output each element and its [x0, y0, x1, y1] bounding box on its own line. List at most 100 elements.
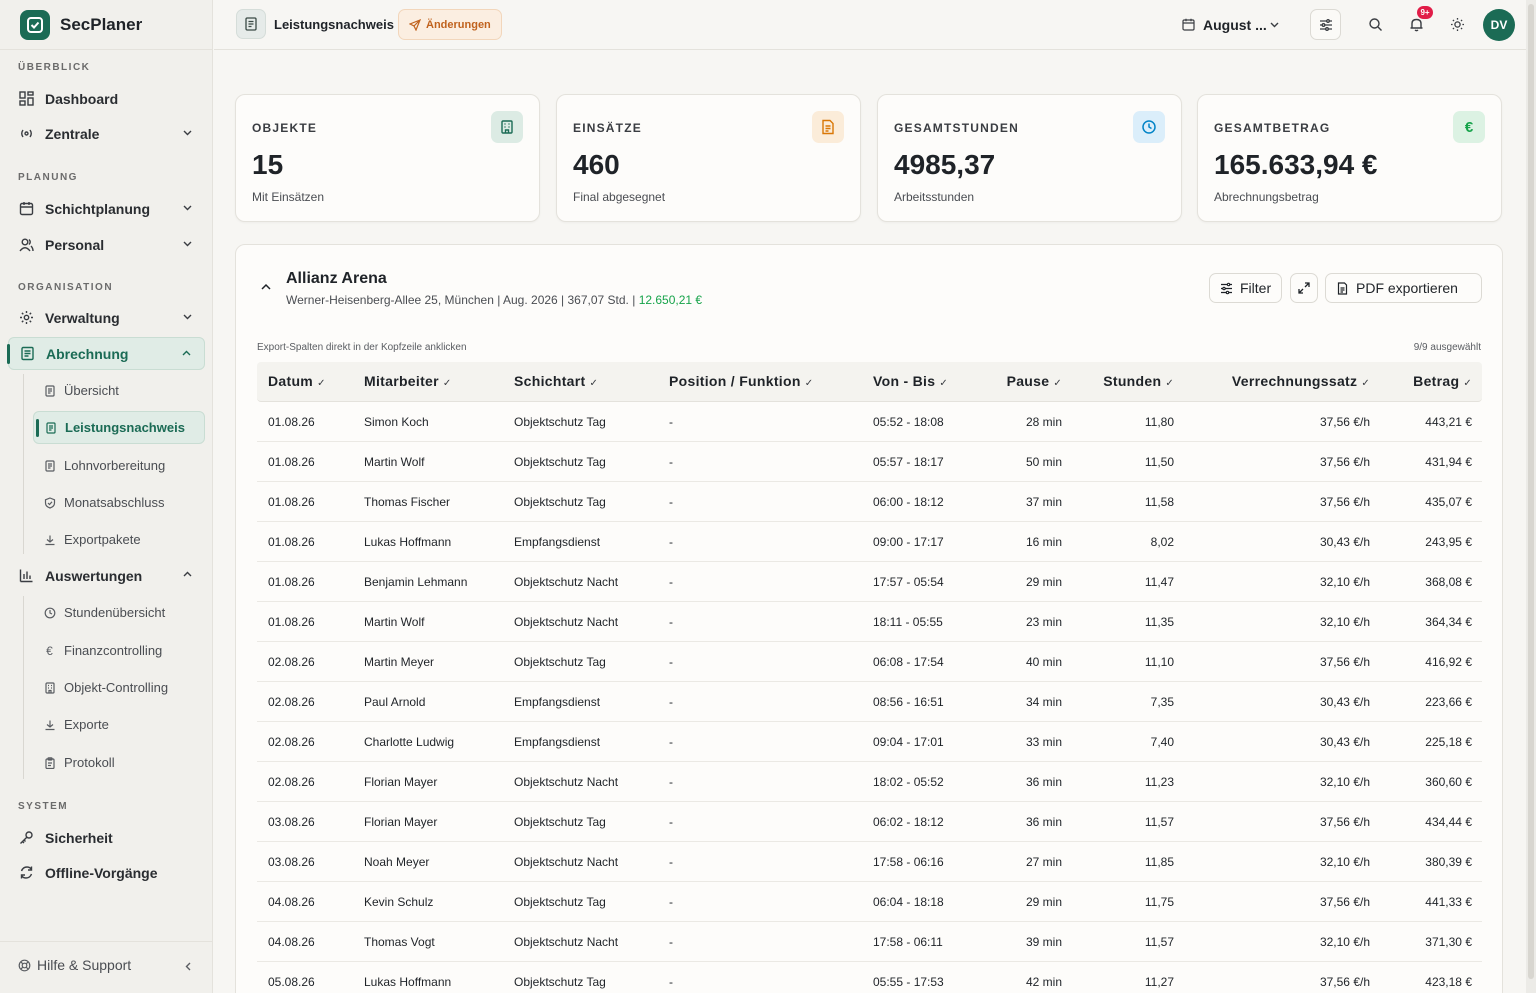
cell-von-bis: 06:04 - 18:18	[873, 895, 944, 909]
help-support-link[interactable]: Hilfe & Support	[18, 957, 131, 973]
notifications-button[interactable]: 9+	[1401, 6, 1433, 40]
cell-schichtart: Empfangsdienst	[514, 535, 601, 549]
table-row[interactable]: 01.08.26 Martin Wolf Objektschutz Nacht - 18…	[257, 602, 1482, 642]
sidebar-subitem-leistungsnachweis[interactable]: Leistungsnachweis	[33, 411, 205, 444]
cell-pause: 28 min	[1025, 415, 1062, 429]
stat-value: 460	[573, 149, 620, 180]
collapse-object-button[interactable]	[260, 281, 272, 293]
stat-card-objekte: OBJEKTE 15 Mit Einsätzen	[235, 94, 540, 222]
cell-stunden: 7,35	[1150, 695, 1174, 709]
cell-verrechnungssatz: 32,10 €/h	[1319, 615, 1370, 629]
cell-datum: 05.08.26	[268, 975, 315, 989]
chevron-down-icon: ✓	[1361, 378, 1370, 389]
column-header-von-bis[interactable]: Von - Bis ✓	[873, 373, 948, 389]
column-header-mitarbeiter[interactable]: Mitarbeiter ✓	[364, 373, 452, 389]
sidebar-subitem-finanzcontrolling[interactable]: € Finanzcontrolling	[33, 634, 205, 667]
building-icon	[43, 681, 56, 694]
sidebar-item-personal[interactable]: Personal	[8, 228, 205, 261]
cell-von-bis: 17:57 - 05:54	[873, 575, 944, 589]
theme-toggle-button[interactable]	[1442, 9, 1473, 40]
sidebar-item-auswertungen[interactable]: Auswertungen	[8, 559, 205, 592]
cell-stunden: 11,23	[1144, 775, 1174, 789]
table-row[interactable]: 01.08.26 Simon Koch Objektschutz Tag - 05:52…	[257, 402, 1482, 442]
chevron-down-icon: ✓	[589, 378, 599, 389]
cell-von-bis: 17:58 - 06:16	[873, 855, 944, 869]
sidebar-item-sicherheit[interactable]: Sicherheit	[8, 821, 205, 854]
column-header-position[interactable]: Position / Funktion ✓	[669, 373, 813, 389]
filter-button[interactable]: Filter	[1209, 273, 1283, 303]
table-row[interactable]: 02.08.26 Paul Arnold Empfangsdienst - 08:56 …	[257, 682, 1482, 722]
scrollbar-thumb[interactable]	[1528, 4, 1534, 979]
table-row[interactable]: 05.08.26 Lukas Hoffmann Objektschutz Tag - 0…	[257, 962, 1482, 993]
chevron-down-icon: ✓	[442, 378, 452, 389]
pdf-export-label: PDF exportieren	[1356, 280, 1458, 296]
sidebar-subitem-stundenuebersicht[interactable]: Stundenübersicht	[33, 596, 205, 629]
expand-button[interactable]	[1290, 273, 1318, 303]
cell-verrechnungssatz: 30,43 €/h	[1319, 695, 1370, 709]
cell-pause: 42 min	[1025, 975, 1062, 989]
search-button[interactable]	[1360, 9, 1391, 40]
table-row[interactable]: 02.08.26 Florian Mayer Objektschutz Nacht -…	[257, 762, 1482, 802]
cell-position: -	[669, 815, 673, 829]
sidebar-item-offline-vorgaenge[interactable]: Offline-Vorgänge	[8, 856, 205, 889]
sidebar-item-abrechnung[interactable]: Abrechnung	[7, 337, 205, 370]
cell-datum: 01.08.26	[268, 615, 315, 629]
month-select[interactable]: August ...	[1170, 9, 1290, 40]
settings-sliders-button[interactable]	[1310, 9, 1341, 40]
cell-pause: 27 min	[1025, 855, 1062, 869]
clipboard-icon	[43, 756, 56, 769]
sidebar-subitem-label: Stundenübersicht	[64, 605, 166, 620]
table-row[interactable]: 01.08.26 Benjamin Lehmann Objektschutz Nac…	[257, 562, 1482, 602]
column-header-pause[interactable]: Pause ✓	[1007, 373, 1062, 389]
cell-schichtart: Empfangsdienst	[514, 695, 601, 709]
table-row[interactable]: 03.08.26 Noah Meyer Objektschutz Nacht - 17:…	[257, 842, 1482, 882]
table-row[interactable]: 02.08.26 Martin Meyer Objektschutz Tag - 06:…	[257, 642, 1482, 682]
column-header-stunden[interactable]: Stunden ✓	[1103, 373, 1174, 389]
table-row[interactable]: 01.08.26 Martin Wolf Objektschutz Tag - 05:5…	[257, 442, 1482, 482]
table-row[interactable]: 04.08.26 Kevin Schulz Objektschutz Tag - 06:…	[257, 882, 1482, 922]
column-header-datum[interactable]: Datum ✓	[268, 373, 326, 389]
cell-schichtart: Objektschutz Tag	[514, 975, 606, 989]
users-icon	[18, 236, 35, 253]
sidebar-item-zentrale[interactable]: Zentrale	[8, 117, 205, 150]
sidebar-subitem-exportpakete[interactable]: Exportpakete	[33, 523, 205, 556]
cell-betrag: 371,30 €	[1425, 935, 1472, 949]
download-icon	[43, 533, 56, 546]
changes-button[interactable]: Änderungen	[398, 9, 502, 40]
sidebar-subitem-lohnvorbereitung[interactable]: Lohnvorbereitung	[33, 449, 205, 482]
app-logo[interactable]: SecPlaner	[20, 10, 142, 40]
pdf-export-button[interactable]: PDF exportieren	[1325, 273, 1482, 303]
sidebar-item-dashboard[interactable]: Dashboard	[8, 82, 205, 115]
collapse-sidebar-button[interactable]	[183, 961, 194, 972]
key-icon	[18, 829, 35, 846]
column-header-verrechnungssatz[interactable]: Verrechnungssatz ✓	[1232, 373, 1370, 389]
page-scrollbar[interactable]	[1526, 0, 1536, 993]
cell-position: -	[669, 975, 673, 989]
sidebar-subitem-uebersicht[interactable]: Übersicht	[33, 374, 205, 407]
table-row[interactable]: 01.08.26 Lukas Hoffmann Empfangsdienst - 09:…	[257, 522, 1482, 562]
sidebar-subitem-monatsabschluss[interactable]: Monatsabschluss	[33, 486, 205, 519]
table-row[interactable]: 01.08.26 Thomas Fischer Objektschutz Tag - 0…	[257, 482, 1482, 522]
document-icon	[812, 111, 844, 143]
avatar[interactable]: DV	[1483, 9, 1515, 41]
cell-position: -	[669, 935, 673, 949]
cell-mitarbeiter: Charlotte Ludwig	[364, 735, 455, 749]
cell-pause: 36 min	[1025, 775, 1062, 789]
sidebar-item-schichtplanung[interactable]: Schichtplanung	[8, 192, 205, 225]
chevron-down-icon	[1269, 19, 1280, 30]
cell-pause: 36 min	[1025, 815, 1062, 829]
section-label-planning: PLANUNG	[18, 172, 78, 183]
cell-datum: 01.08.26	[268, 495, 315, 509]
table-row[interactable]: 04.08.26 Thomas Vogt Objektschutz Nacht - 17…	[257, 922, 1482, 962]
sidebar-subitem-objekt-controlling[interactable]: Objekt-Controlling	[33, 671, 205, 704]
cell-betrag: 443,21 €	[1425, 415, 1472, 429]
column-header-betrag[interactable]: Betrag ✓	[1413, 373, 1472, 389]
table-row[interactable]: 02.08.26 Charlotte Ludwig Empfangsdienst - 0…	[257, 722, 1482, 762]
cell-schichtart: Objektschutz Tag	[514, 415, 606, 429]
table-row[interactable]: 03.08.26 Florian Mayer Objektschutz Tag - 06…	[257, 802, 1482, 842]
sidebar-subitem-protokoll[interactable]: Protokoll	[33, 746, 205, 779]
sidebar-item-verwaltung[interactable]: Verwaltung	[8, 301, 205, 334]
sidebar-subitem-exporte[interactable]: Exporte	[33, 708, 205, 741]
cell-datum: 03.08.26	[268, 855, 315, 869]
column-header-schichtart[interactable]: Schichtart ✓	[514, 373, 598, 389]
